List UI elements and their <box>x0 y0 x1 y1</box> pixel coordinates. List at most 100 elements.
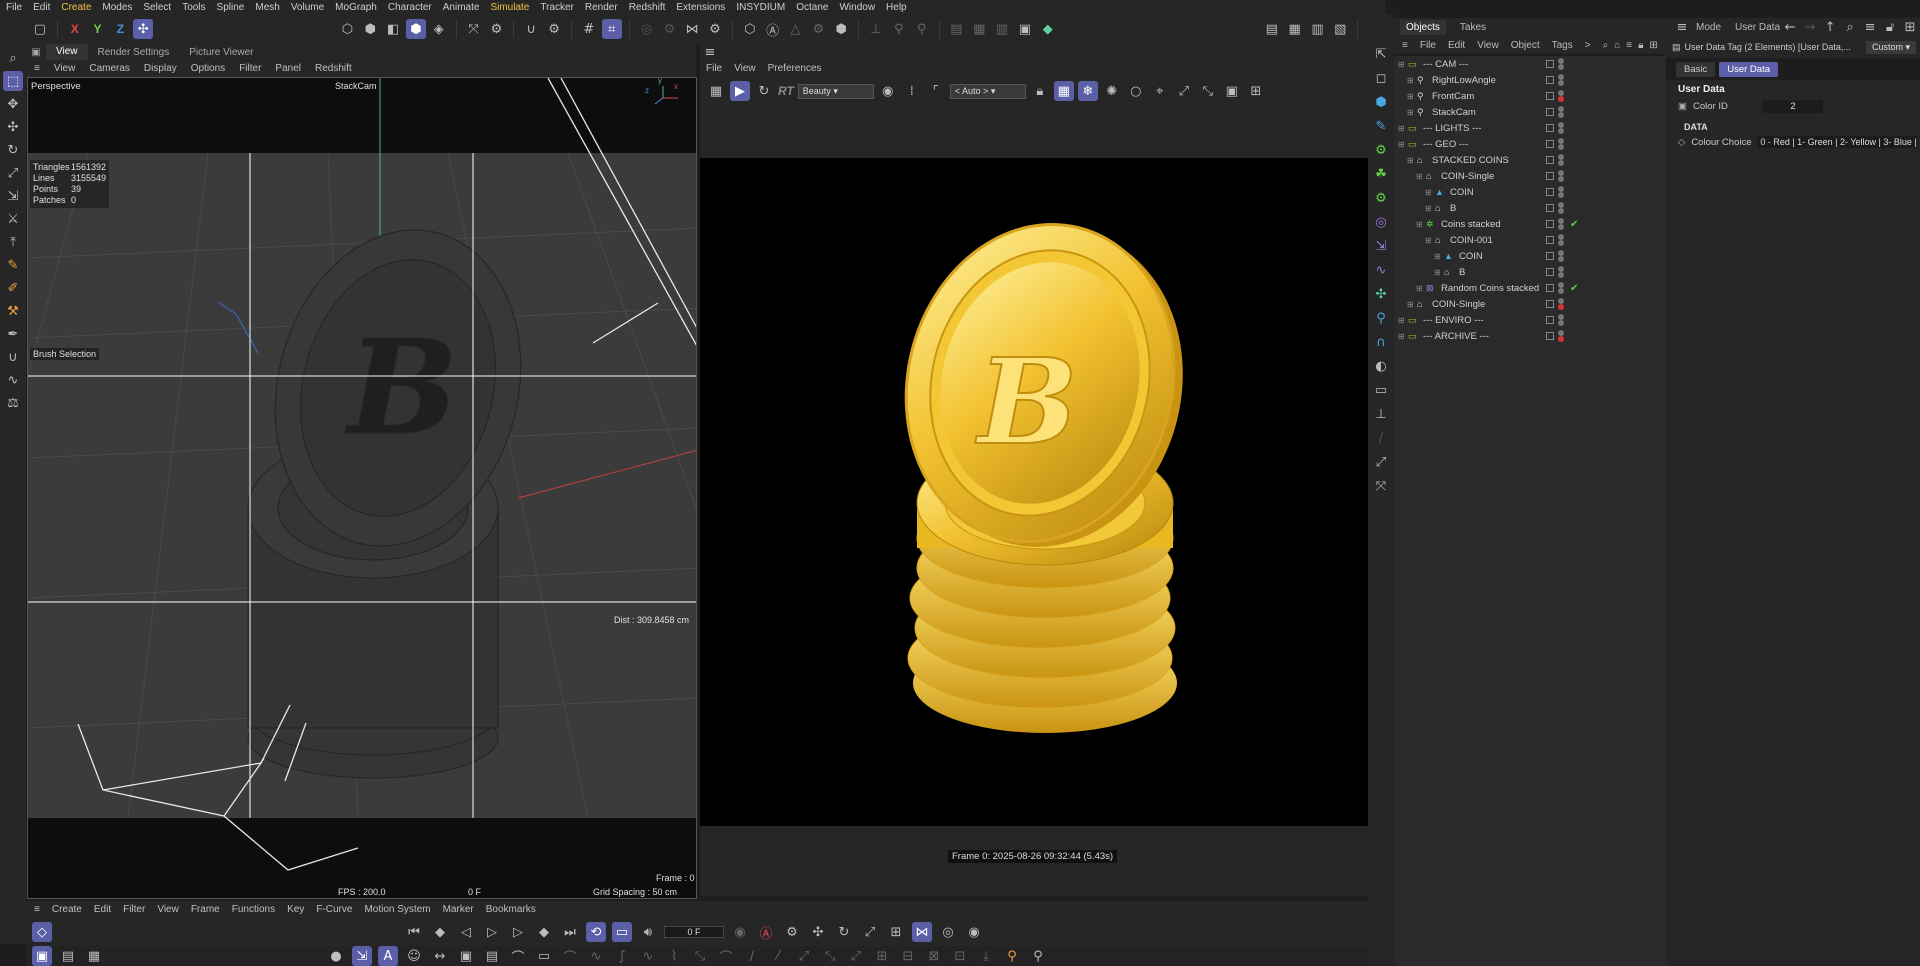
film-icon[interactable]: ▦ <box>1285 19 1305 39</box>
timeline-menu-key[interactable]: Key <box>287 904 304 915</box>
om-light-icon[interactable]: ∩ <box>1371 332 1391 352</box>
om-crop-icon[interactable]: ⤢ <box>1371 452 1391 472</box>
object-row[interactable]: ⊞ ▭ --- ARCHIVE --- <box>1394 328 1666 344</box>
sculpt-icon[interactable]: ⚒ <box>3 301 23 321</box>
magnet-settings-icon[interactable]: ⚙ <box>544 19 564 39</box>
search-icon[interactable]: ⌕ <box>1603 40 1609 51</box>
weight-icon[interactable]: ⚖ <box>3 393 23 413</box>
editor-dot[interactable] <box>1558 288 1564 294</box>
crop-icon[interactable]: ⌜ <box>926 81 946 101</box>
editor-dot[interactable] <box>1558 112 1564 118</box>
editor-dot[interactable] <box>1558 176 1564 182</box>
editor-dot[interactable] <box>1558 64 1564 70</box>
menu-help[interactable]: Help <box>886 2 907 13</box>
range-icon[interactable]: ▭ <box>612 922 632 942</box>
object-row[interactable]: ⊞ ⌂ STACKED COINS <box>1394 152 1666 168</box>
tab-render-settings[interactable]: Render Settings <box>88 47 180 58</box>
grid-icon[interactable]: # <box>579 19 599 39</box>
aov-pass-select[interactable]: Beauty ▾ <box>797 83 874 99</box>
object-row[interactable]: ⊞ ⚲ RightLowAngle <box>1394 72 1666 88</box>
curve-tool-8[interactable]: ∕ <box>742 946 762 966</box>
editor-dot[interactable] <box>1558 256 1564 262</box>
menu-select[interactable]: Select <box>143 2 171 13</box>
menu-redshift[interactable]: Redshift <box>629 2 666 13</box>
attr-tab-user-data[interactable]: User Data <box>1719 61 1778 77</box>
sun-icon[interactable]: ✺ <box>1102 81 1122 101</box>
viewport-menu-options[interactable]: Options <box>191 63 225 74</box>
viewport-menu-display[interactable]: Display <box>144 63 177 74</box>
key-pla-icon[interactable]: ⋈ <box>912 922 932 942</box>
menu-tracker[interactable]: Tracker <box>540 2 574 13</box>
om-field-icon[interactable]: ⇲ <box>1371 236 1391 256</box>
om-pen-icon[interactable]: ✎ <box>1371 116 1391 136</box>
editor-dot[interactable] <box>1558 272 1564 278</box>
object-row[interactable]: ⊞ ⌂ COIN-Single <box>1394 168 1666 184</box>
om-deformer-icon[interactable]: ◎ <box>1371 212 1391 232</box>
object-row[interactable]: ⊞ ⚲ FrontCam <box>1394 88 1666 104</box>
visibility-checkbox[interactable] <box>1546 252 1554 260</box>
person-icon[interactable]: ☺ <box>404 946 424 966</box>
viewport-menu-redshift[interactable]: Redshift <box>315 63 352 74</box>
paint-icon[interactable]: ✎ <box>3 255 23 275</box>
curve-icon[interactable]: ⌒ <box>508 946 528 966</box>
rt-label[interactable]: RT <box>778 84 794 98</box>
timeline-menu-functions[interactable]: Functions <box>232 904 275 915</box>
prev-key-icon[interactable]: ◆ <box>430 922 450 942</box>
object-row[interactable]: ⊞ ▲ COIN <box>1394 184 1666 200</box>
brush-icon[interactable]: ✐ <box>3 278 23 298</box>
timeline-menu-filter[interactable]: Filter <box>123 904 145 915</box>
record-icon[interactable]: ◉ <box>730 922 750 942</box>
expand-icon[interactable]: ⊞ <box>1425 188 1435 197</box>
new-window-icon[interactable]: ⊞ <box>1649 40 1657 51</box>
sound-icon[interactable]: 🔊︎ <box>638 922 658 942</box>
lock-icon[interactable]: 🔒︎ <box>1638 40 1643 51</box>
menu-mograph[interactable]: MoGraph <box>335 2 377 13</box>
om-menu-view[interactable]: View <box>1477 40 1499 51</box>
visibility-checkbox[interactable] <box>1546 236 1554 244</box>
viewport-menu-panel[interactable]: Panel <box>275 63 301 74</box>
lock-icon[interactable]: 🔓︎ <box>1880 17 1900 37</box>
visibility-checkbox[interactable] <box>1546 92 1554 100</box>
rotate-icon[interactable]: ↻ <box>3 140 23 160</box>
sphere-icon[interactable]: ● <box>326 946 346 966</box>
om-sim-icon[interactable]: ✣ <box>1371 284 1391 304</box>
camera-name-label[interactable]: StackCam <box>335 81 377 91</box>
custom-dropdown[interactable]: Custom ▾ <box>1865 40 1916 54</box>
editor-dot[interactable] <box>1558 192 1564 198</box>
expand-icon[interactable]: ⊞ <box>1407 156 1417 165</box>
om-move-icon[interactable]: ⇱ <box>1371 44 1391 64</box>
object-row[interactable]: ⊞ ⌂ COIN-Single <box>1394 296 1666 312</box>
visibility-checkbox[interactable] <box>1546 300 1554 308</box>
points-mode-icon[interactable]: ⬡ <box>338 19 358 39</box>
zoom-icon[interactable]: ⌕ <box>3 48 23 68</box>
hamburger-icon[interactable]: ≡ <box>1402 40 1408 51</box>
prev-frame-icon[interactable]: ◁ <box>456 922 476 942</box>
viewport-menu-cameras[interactable]: Cameras <box>89 63 130 74</box>
curve-tool-15[interactable]: ⊠ <box>924 946 944 966</box>
expand-icon[interactable]: ⊞ <box>1416 220 1426 229</box>
snap-icon[interactable]: ⤧ <box>464 19 484 39</box>
expand-icon[interactable]: ⊞ <box>1407 108 1417 117</box>
om-gen-icon[interactable]: ⚙ <box>1371 140 1391 160</box>
menu-insydium[interactable]: INSYDIUM <box>736 2 785 13</box>
focus-icon[interactable]: ⌖ <box>1150 81 1170 101</box>
select-icon[interactable]: ⬚ <box>3 71 23 91</box>
object-row[interactable]: ⊞ ✲ Coins stacked ✔ <box>1394 216 1666 232</box>
curve-tool-13[interactable]: ⊞ <box>872 946 892 966</box>
editor-dot[interactable] <box>1558 224 1564 230</box>
magnet-icon[interactable]: ∪ <box>521 19 541 39</box>
object-row[interactable]: ⊞ ▲ COIN <box>1394 248 1666 264</box>
om-cloner-icon[interactable]: ☘ <box>1371 164 1391 184</box>
om-menu-edit[interactable]: Edit <box>1448 40 1465 51</box>
expand-icon[interactable]: ⊞ <box>1425 204 1435 213</box>
visibility-checkbox[interactable] <box>1546 124 1554 132</box>
menu-spline[interactable]: Spline <box>217 2 245 13</box>
snowflake-icon[interactable]: ❄ <box>1077 81 1098 101</box>
deformer-icon[interactable]: ⚙ <box>808 19 828 39</box>
scale-icon[interactable]: ⤢ <box>3 163 23 183</box>
render-menu-preferences[interactable]: Preferences <box>768 63 822 74</box>
menu-volume[interactable]: Volume <box>291 2 324 13</box>
expand-icon[interactable]: ⊞ <box>1407 76 1417 85</box>
axis-y-toggle[interactable]: Y <box>88 19 108 39</box>
visibility-checkbox[interactable] <box>1546 156 1554 164</box>
